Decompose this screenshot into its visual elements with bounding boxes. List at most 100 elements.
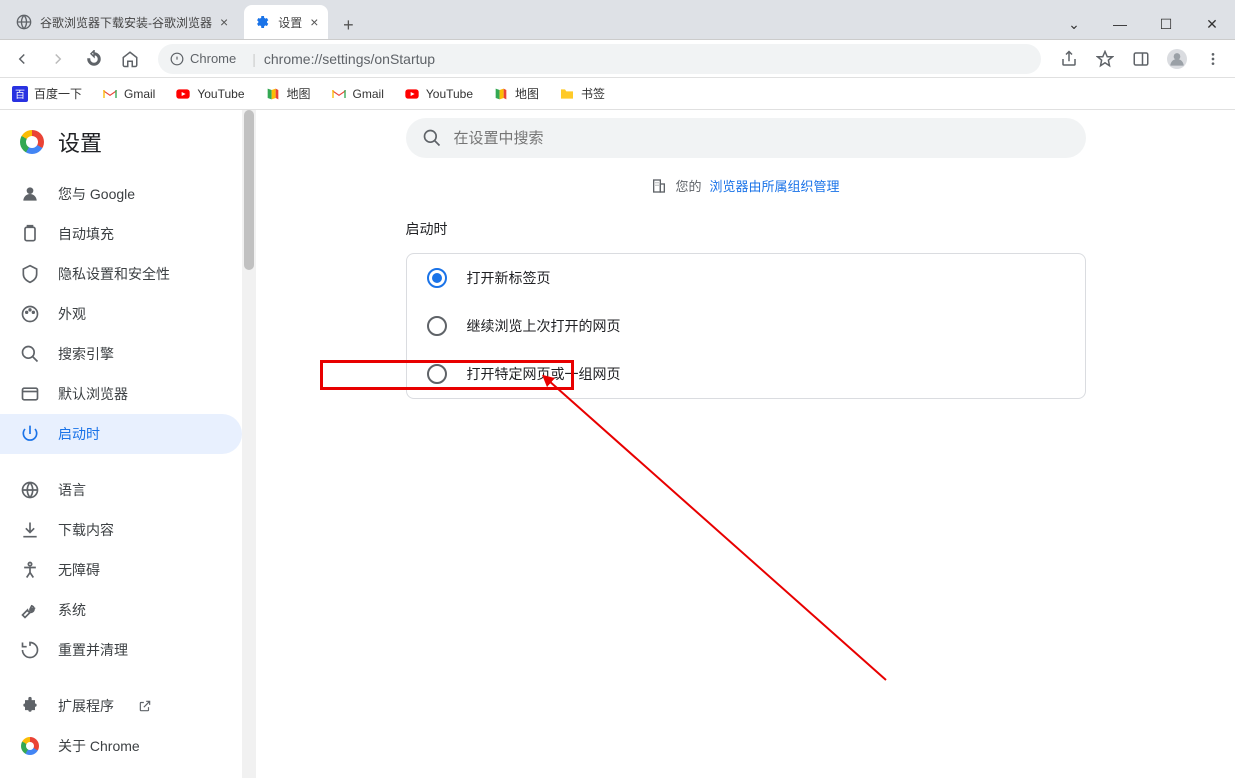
sidebar-item-languages[interactable]: 语言 <box>0 470 242 510</box>
url-text: chrome://settings/onStartup <box>264 51 435 67</box>
bookmark-item[interactable]: 地图 <box>261 81 315 106</box>
sidebar-item-extensions[interactable]: 扩展程序 <box>0 686 242 726</box>
sidebar-item-label: 下载内容 <box>58 520 114 540</box>
chrome-icon <box>20 736 40 756</box>
sidebar-item-default-browser[interactable]: 默认浏览器 <box>0 374 242 414</box>
back-button[interactable] <box>6 43 38 75</box>
settings-sidebar: 设置 您与 Google 自动填充 隐私设置和安全性 外观 搜索引擎 默认浏览器 <box>0 110 242 778</box>
profile-avatar-icon[interactable] <box>1161 43 1193 75</box>
close-tab-icon[interactable]: × <box>220 14 228 30</box>
power-icon <box>20 424 40 444</box>
share-icon[interactable] <box>1053 43 1085 75</box>
youtube-icon <box>175 86 191 102</box>
settings-main: 您的浏览器由所属组织管理 启动时 打开新标签页 继续浏览上次打开的网页 打开特定… <box>256 110 1235 778</box>
sidebar-item-label: 默认浏览器 <box>58 384 128 404</box>
chrome-label: Chrome <box>190 51 236 66</box>
bookmark-item[interactable]: Gmail <box>327 82 388 106</box>
youtube-icon <box>404 86 420 102</box>
clipboard-icon <box>20 224 40 244</box>
sidebar-item-search-engine[interactable]: 搜索引擎 <box>0 334 242 374</box>
building-icon <box>651 178 667 194</box>
scrollbar-thumb[interactable] <box>244 110 254 270</box>
tab-0[interactable]: 谷歌浏览器下载安装-谷歌浏览器 × <box>6 5 238 39</box>
bookmark-label: 书签 <box>581 85 605 102</box>
chevron-down-icon[interactable]: ⌄ <box>1051 9 1097 39</box>
option-label: 继续浏览上次打开的网页 <box>467 316 621 336</box>
home-button[interactable] <box>114 43 146 75</box>
browser-icon <box>20 384 40 404</box>
sidebar-item-accessibility[interactable]: 无障碍 <box>0 550 242 590</box>
sidebar-scrollbar[interactable] <box>242 110 256 778</box>
accessibility-icon <box>20 560 40 580</box>
sidebar-item-about-chrome[interactable]: 关于 Chrome <box>0 726 242 766</box>
bookmark-item[interactable]: YouTube <box>171 82 248 106</box>
managed-link[interactable]: 浏览器由所属组织管理 <box>710 176 840 195</box>
bookmark-label: 地图 <box>287 85 311 102</box>
sidebar-item-autofill[interactable]: 自动填充 <box>0 214 242 254</box>
browser-toolbar: Chrome | chrome://settings/onStartup <box>0 40 1235 78</box>
search-icon <box>422 128 442 148</box>
settings-brand: 设置 <box>0 118 242 174</box>
bookmark-item[interactable]: Gmail <box>98 82 159 106</box>
bookmark-label: Gmail <box>124 87 155 101</box>
globe-icon <box>20 480 40 500</box>
section-title: 启动时 <box>406 219 1086 239</box>
tab-title: 设置 <box>278 14 302 31</box>
person-icon <box>20 184 40 204</box>
bookmark-item[interactable]: 百百度一下 <box>8 81 86 106</box>
bookmark-label: 地图 <box>515 85 539 102</box>
tab-1[interactable]: 设置 × <box>244 5 328 39</box>
search-icon <box>20 344 40 364</box>
wrench-icon <box>20 600 40 620</box>
chrome-logo-icon <box>20 130 44 154</box>
radio-icon[interactable] <box>427 268 447 288</box>
new-tab-button[interactable]: + <box>334 11 362 39</box>
sidebar-item-label: 重置并清理 <box>58 640 128 660</box>
sidebar-item-label: 启动时 <box>58 424 100 444</box>
sidebar-item-label: 外观 <box>58 304 86 324</box>
startup-option-new-tab[interactable]: 打开新标签页 <box>407 254 1085 302</box>
sidebar-item-appearance[interactable]: 外观 <box>0 294 242 334</box>
sidebar-item-you-and-google[interactable]: 您与 Google <box>0 174 242 214</box>
close-window-button[interactable]: ✕ <box>1189 9 1235 39</box>
bookmark-item[interactable]: YouTube <box>400 82 477 106</box>
settings-search[interactable] <box>406 118 1086 158</box>
titlebar: 谷歌浏览器下载安装-谷歌浏览器 × 设置 × + ⌄ — ☐ ✕ <box>0 0 1235 40</box>
download-icon <box>20 520 40 540</box>
bookmark-label: YouTube <box>426 87 473 101</box>
startup-option-continue[interactable]: 继续浏览上次打开的网页 <box>407 302 1085 350</box>
gmail-icon <box>331 86 347 102</box>
sidebar-item-privacy[interactable]: 隐私设置和安全性 <box>0 254 242 294</box>
bookmark-item[interactable]: 地图 <box>489 81 543 106</box>
sidebar-item-downloads[interactable]: 下载内容 <box>0 510 242 550</box>
bookmark-item[interactable]: 书签 <box>555 81 609 106</box>
site-info-icon[interactable]: Chrome <box>170 51 236 66</box>
maximize-button[interactable]: ☐ <box>1143 9 1189 39</box>
managed-prefix: 您的 <box>675 176 701 195</box>
minimize-button[interactable]: — <box>1097 9 1143 39</box>
forward-button[interactable] <box>42 43 74 75</box>
sidebar-item-on-startup[interactable]: 启动时 <box>0 414 242 454</box>
option-label: 打开新标签页 <box>467 268 551 288</box>
globe-favicon-icon <box>16 14 32 30</box>
radio-icon[interactable] <box>427 316 447 336</box>
side-panel-icon[interactable] <box>1125 43 1157 75</box>
baidu-icon: 百 <box>12 86 28 102</box>
address-bar[interactable]: Chrome | chrome://settings/onStartup <box>158 44 1041 74</box>
gmail-icon <box>102 86 118 102</box>
restore-icon <box>20 640 40 660</box>
settings-search-input[interactable] <box>454 130 1070 147</box>
settings-title: 设置 <box>58 126 102 158</box>
sidebar-wrap: 设置 您与 Google 自动填充 隐私设置和安全性 外观 搜索引擎 默认浏览器 <box>0 110 256 778</box>
reload-button[interactable] <box>78 43 110 75</box>
sidebar-item-system[interactable]: 系统 <box>0 590 242 630</box>
window-controls: ⌄ — ☐ ✕ <box>1051 9 1235 39</box>
close-tab-icon[interactable]: × <box>310 14 318 30</box>
nav-separator <box>0 454 242 470</box>
menu-button[interactable] <box>1197 43 1229 75</box>
bookmark-star-icon[interactable] <box>1089 43 1121 75</box>
sidebar-item-reset[interactable]: 重置并清理 <box>0 630 242 670</box>
settings-favicon-icon <box>254 14 270 30</box>
external-link-icon <box>138 699 152 713</box>
palette-icon <box>20 304 40 324</box>
